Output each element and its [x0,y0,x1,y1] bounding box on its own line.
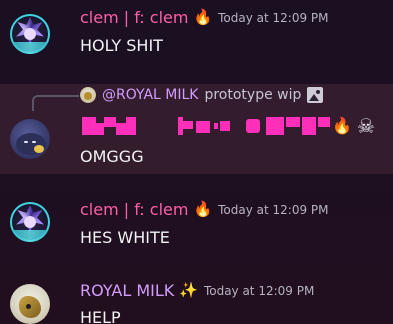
pixel-glyph [318,117,330,127]
message-text: HES WHITE [80,228,170,247]
avatar[interactable] [10,119,50,159]
pixel-glyph [302,117,316,135]
pixel-glyph [183,121,193,129]
fire-icon: 🔥 [193,8,213,26]
message-3: clem | f: clem 🔥 Today at 12:09 PM HES W… [0,190,393,270]
avatar[interactable] [10,202,50,242]
timestamp[interactable]: Today at 12:09 PM [218,203,328,217]
reply-avatar [80,87,96,103]
message-text: OMGGG [80,147,144,166]
username[interactable]: clem | f: clem [80,8,188,27]
avatar-accent [34,145,44,153]
fire-icon: 🔥 [193,200,213,218]
pixel-glyph [286,117,300,127]
avatar-eye [26,304,31,309]
pixel-glyph [82,117,96,135]
pixel-glyph [96,123,104,135]
pixel-glyph [220,121,230,131]
message-text: HELP [80,308,121,324]
pixel-glyph [246,119,260,133]
message-header: clem | f: clem 🔥 Today at 12:09 PM [80,200,329,219]
pixel-glyph [214,123,218,129]
message-1: clem | f: clem 🔥 Today at 12:09 PM HOLY … [0,0,393,80]
avatar[interactable] [10,284,50,324]
message-text: HOLY SHIT [80,36,163,55]
avatar[interactable] [10,14,50,54]
skull-icon: ☠ [357,114,375,138]
reply-username[interactable]: @ROYAL MILK [102,87,198,103]
timestamp[interactable]: Today at 12:09 PM [218,11,328,25]
avatar-accent [10,230,50,242]
username[interactable]: ROYAL MILK [80,281,174,300]
message-4: ROYAL MILK ✨ Today at 12:09 PM HELP [0,272,393,324]
avatar-eye [24,141,28,143]
reply-reference[interactable]: @ROYAL MILK prototype wip [80,87,324,103]
timestamp[interactable]: Today at 12:09 PM [204,284,314,298]
avatar-eye [32,141,36,143]
avatar-accent [10,42,50,54]
message-header: clem | f: clem 🔥 Today at 12:09 PM [80,8,329,27]
username[interactable]: clem | f: clem [80,200,188,219]
reply-text[interactable]: prototype wip [204,87,301,103]
pixel-glyph [116,123,126,135]
pixel-glyph [266,117,284,135]
avatar-face [24,216,36,228]
image-icon [307,87,324,103]
avatar-face [24,28,36,40]
pixel-glyph [104,117,116,127]
reply-spine [32,95,79,111]
fire-icon: 🔥 [332,116,352,135]
pixel-glyph [126,117,136,135]
message-header: ROYAL MILK ✨ Today at 12:09 PM [80,281,314,300]
pixel-glyph [196,121,210,133]
sparkles-icon: ✨ [179,281,198,299]
